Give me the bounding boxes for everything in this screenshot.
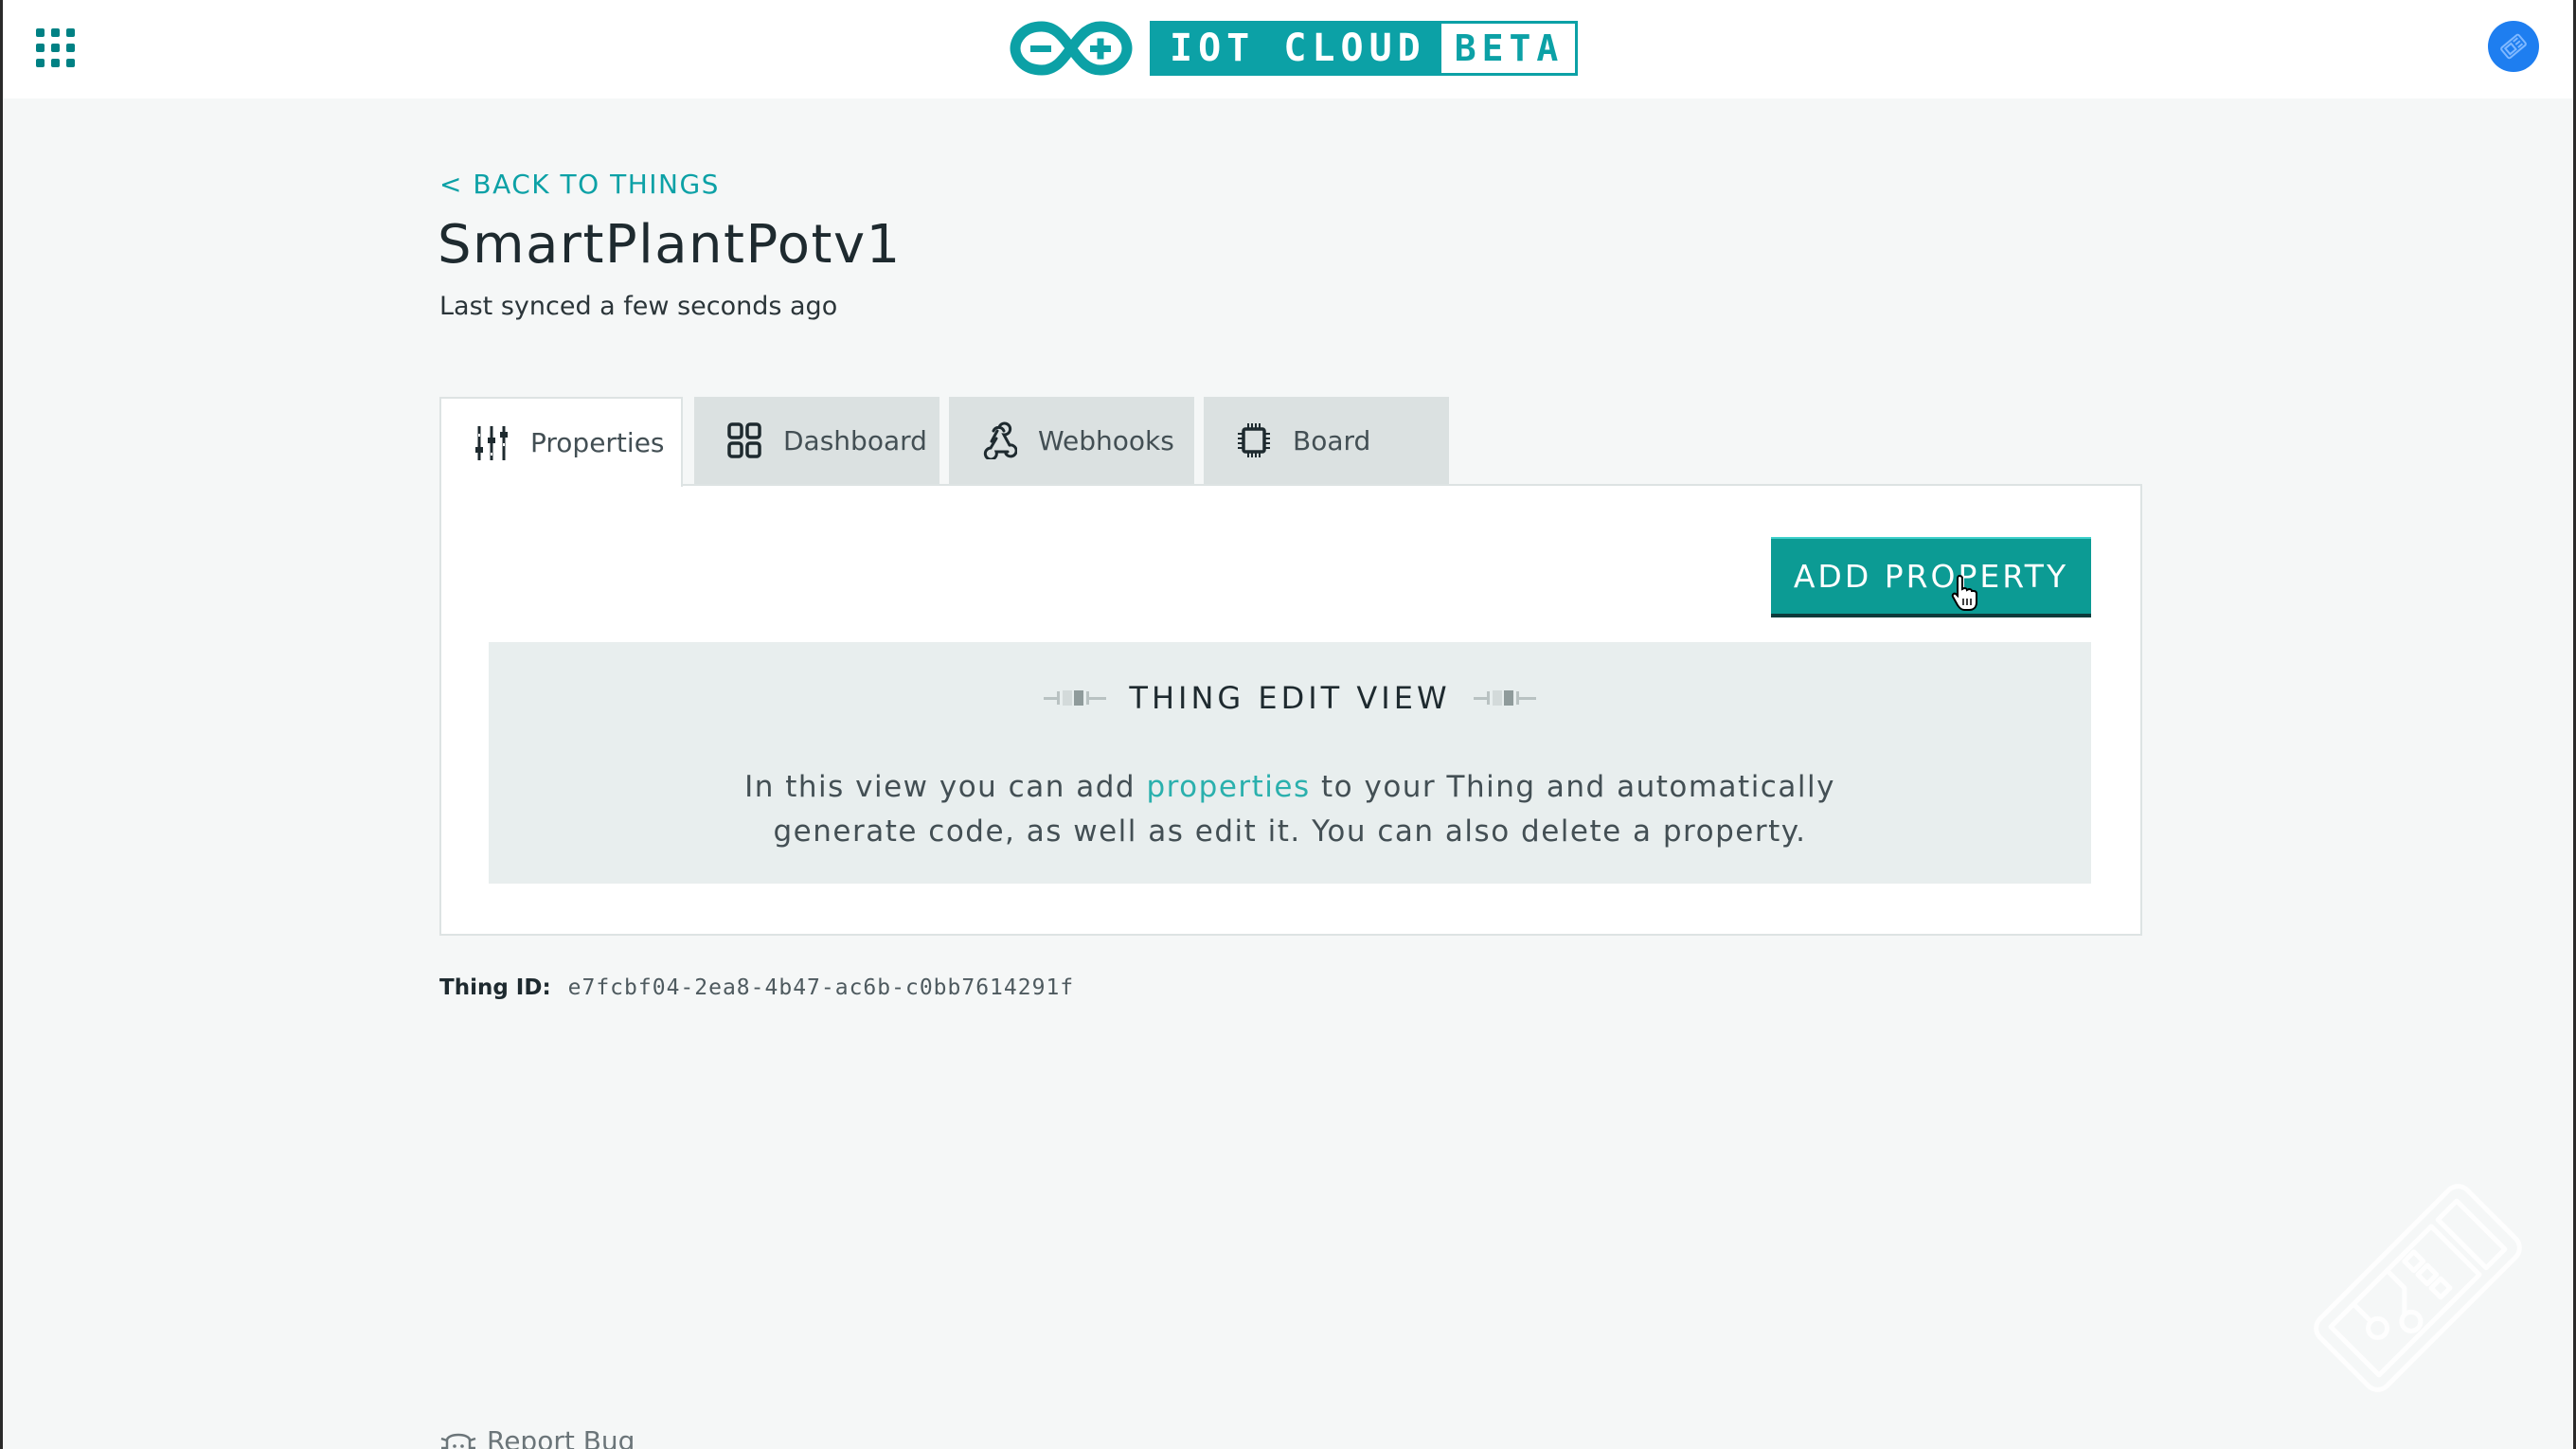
report-bug-label: Report Bug — [487, 1425, 635, 1449]
plug-left-icon — [1044, 690, 1107, 706]
tab-properties[interactable]: Properties — [439, 397, 683, 487]
chip-icon — [1236, 421, 1272, 459]
tab-board[interactable]: Board — [1204, 397, 1449, 484]
add-property-button[interactable]: ADD PROPERTY — [1771, 537, 2091, 617]
user-avatar[interactable] — [2488, 21, 2539, 72]
tab-dashboard[interactable]: Dashboard — [694, 397, 939, 484]
tab-label: Dashboard — [783, 424, 927, 456]
board-badge-icon — [2500, 33, 2527, 60]
info-title-row: THING EDIT VIEW — [489, 680, 2091, 716]
plug-right-icon — [1473, 690, 1536, 706]
bug-icon — [440, 1433, 476, 1449]
top-header: IOT CLOUD BETA — [3, 0, 2573, 98]
apps-grid-icon[interactable] — [36, 28, 76, 68]
sliders-icon — [474, 424, 510, 462]
webhook-icon — [981, 421, 1017, 459]
back-to-things-link[interactable]: < BACK TO THINGS — [439, 169, 720, 200]
iot-cloud-logo[interactable]: IOT CLOUD BETA — [1010, 19, 1579, 78]
properties-link[interactable]: properties — [1146, 770, 1310, 804]
logo-iot-cloud: IOT CLOUD — [1153, 24, 1441, 73]
tab-label: Board — [1293, 424, 1371, 456]
thing-id-value: e7fcbf04-2ea8-4b47-ac6b-c0bb7614291f — [567, 975, 1075, 1000]
tab-label: Properties — [530, 427, 665, 458]
logo-wordmark: IOT CLOUD BETA — [1150, 21, 1579, 76]
arduino-infinity-icon — [1010, 21, 1133, 76]
hand-cursor-icon — [1951, 574, 1977, 611]
thing-id-row: Thing ID: e7fcbf04-2ea8-4b47-ac6b-c0bb76… — [439, 975, 1074, 1000]
info-description: In this view you can add properties to y… — [744, 770, 1835, 849]
thing-id-label: Thing ID: — [439, 975, 551, 1000]
last-synced-status: Last synced a few seconds ago — [439, 292, 838, 321]
tab-webhooks[interactable]: Webhooks — [949, 397, 1194, 484]
page-title: SmartPlantPotv1 — [438, 214, 902, 276]
report-bug-link[interactable]: Report Bug — [439, 1425, 635, 1449]
board-watermark-icon — [2314, 1184, 2522, 1392]
thing-edit-view-info: THING EDIT VIEW In this view you can add… — [489, 642, 2091, 884]
logo-beta: BETA — [1440, 24, 1576, 73]
info-title: THING EDIT VIEW — [1129, 680, 1451, 716]
tab-label: Webhooks — [1038, 424, 1174, 456]
dashboard-grid-icon — [726, 421, 762, 459]
